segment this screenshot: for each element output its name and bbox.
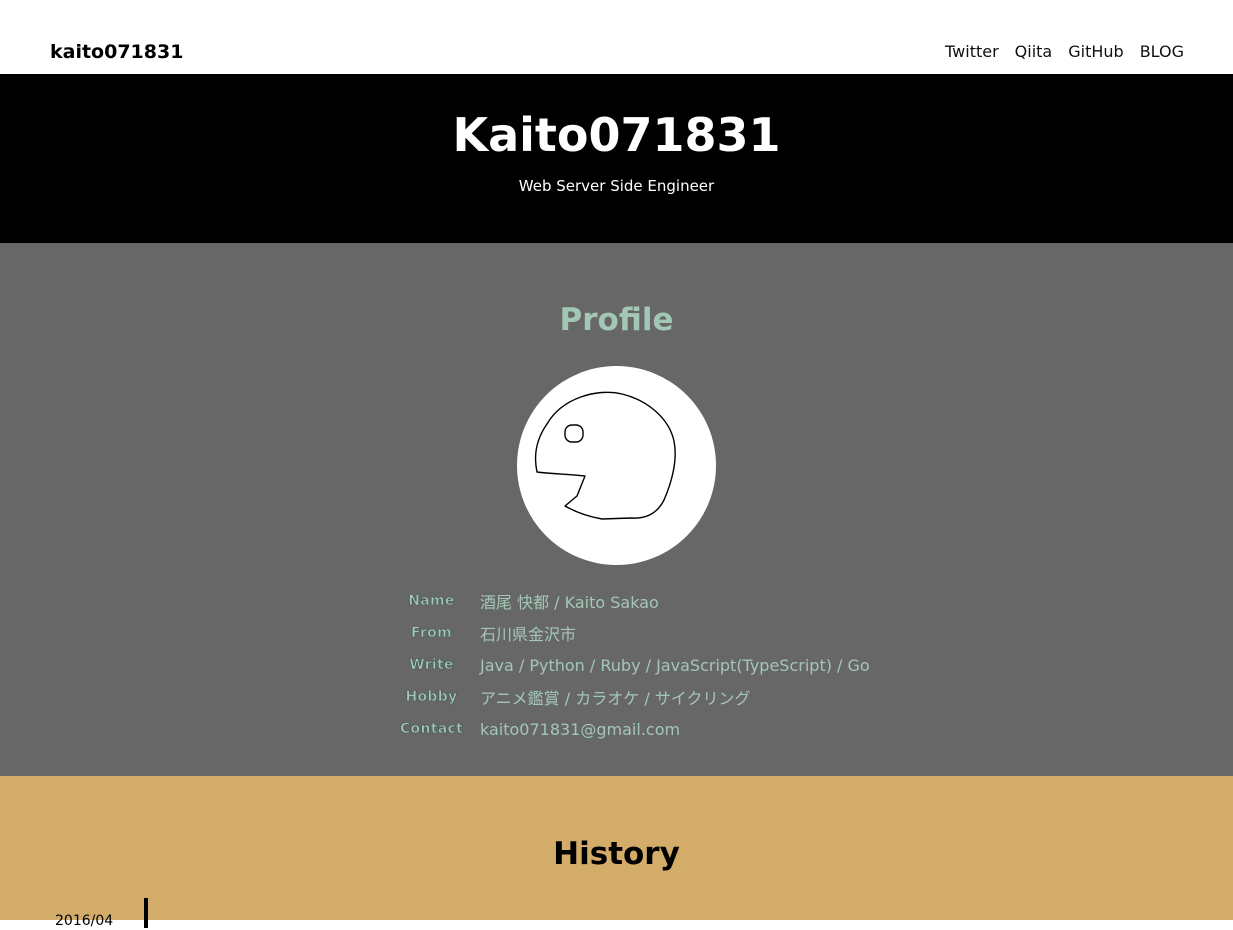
profile-label: Contact xyxy=(399,721,464,738)
profile-row-hobby: Hobby アニメ鑑賞 / カラオケ / サイクリング xyxy=(390,681,870,713)
profile-heading: Profile xyxy=(559,302,674,338)
top-navbar: kaito071831 Twitter Qiita GitHub BLOG xyxy=(0,0,1233,74)
profile-table: Name 酒尾 快都 / Kaito Sakao From 石川県金沢市 Wri… xyxy=(390,585,870,745)
nav-link-blog[interactable]: BLOG xyxy=(1140,41,1184,63)
hero-subtitle: Web Server Side Engineer xyxy=(518,177,715,195)
profile-value-email[interactable]: kaito071831@gmail.com xyxy=(480,713,870,745)
nav-link-twitter[interactable]: Twitter xyxy=(945,41,999,63)
profile-value: Java / Python / Ruby / JavaScript(TypeSc… xyxy=(480,655,870,675)
profile-row-name: Name 酒尾 快都 / Kaito Sakao xyxy=(390,585,870,617)
profile-value: 石川県金沢市 xyxy=(480,625,577,644)
profile-section: Profile Name 酒尾 快都 / Kaito Sakao From 石川… xyxy=(0,243,1233,776)
profile-label: Name xyxy=(408,593,455,610)
profile-label: Hobby xyxy=(405,689,458,706)
nav-link-github[interactable]: GitHub xyxy=(1068,41,1123,63)
hand-drawn-creature-icon xyxy=(534,391,676,520)
history-section: History 2016/04 xyxy=(0,776,1233,929)
nav-links: Twitter Qiita GitHub BLOG xyxy=(945,41,1184,63)
timeline-date: 2016/04 xyxy=(55,913,114,929)
timeline-line xyxy=(144,898,148,928)
profile-value: アニメ鑑賞 / カラオケ / サイクリング xyxy=(480,689,751,708)
profile-value: 酒尾 快都 / Kaito Sakao xyxy=(480,593,659,612)
avatar xyxy=(517,366,716,565)
profile-label: Write xyxy=(409,657,454,674)
profile-row-write: Write Java / Python / Ruby / JavaScript(… xyxy=(390,649,870,681)
brand-link[interactable]: kaito071831 xyxy=(50,40,183,64)
history-heading: History xyxy=(553,836,680,872)
profile-label: From xyxy=(411,625,452,642)
nav-link-qiita[interactable]: Qiita xyxy=(1015,41,1053,63)
profile-row-contact: Contact kaito071831@gmail.com xyxy=(390,713,870,745)
profile-row-from: From 石川県金沢市 xyxy=(390,617,870,649)
hero-title: Kaito071831 xyxy=(452,108,781,162)
hero-section: Kaito071831 Web Server Side Engineer xyxy=(0,74,1233,243)
